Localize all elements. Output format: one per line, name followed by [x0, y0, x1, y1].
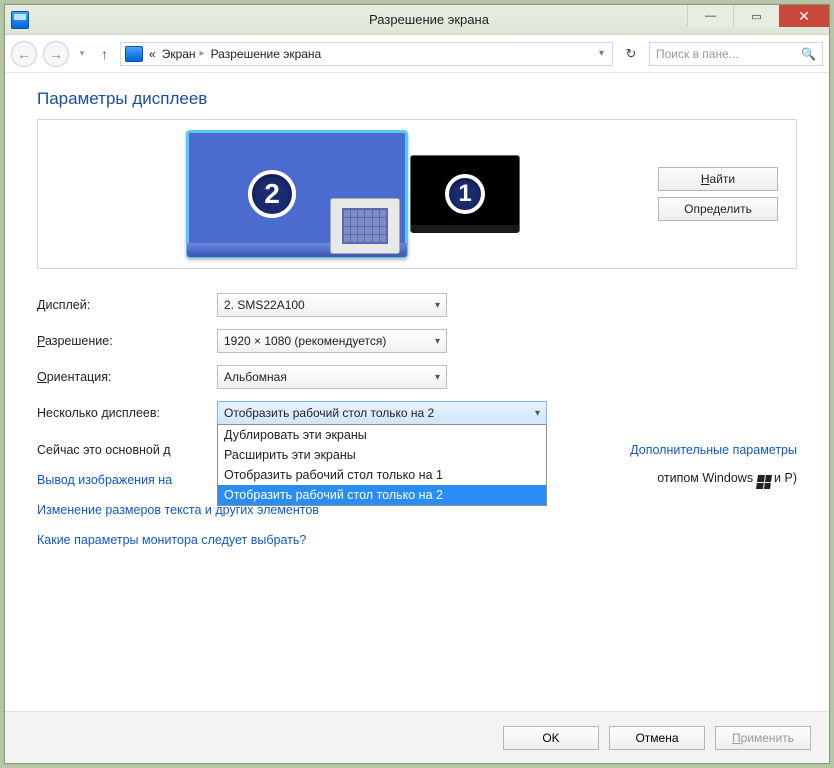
- chevron-down-icon: ▾: [435, 336, 440, 347]
- refresh-button[interactable]: ↻: [619, 42, 643, 66]
- search-input[interactable]: Поиск в пане... 🔍: [649, 42, 823, 66]
- advanced-settings-link[interactable]: Дополнительные параметры: [630, 443, 797, 457]
- chevron-down-icon: ▾: [535, 408, 540, 419]
- ok-button[interactable]: OK: [503, 726, 599, 750]
- monitors-layout[interactable]: 2 1: [56, 130, 650, 258]
- display-select[interactable]: 2. SMS22A100 ▾: [217, 293, 447, 317]
- window-buttons: — ▭ ✕: [687, 5, 829, 27]
- forward-button[interactable]: →: [43, 41, 69, 67]
- nav-toolbar: ← → ▾ ↑ « Экран▸ Разрешение экрана ▾ ↻ П…: [5, 35, 829, 73]
- keyboard-icon: [330, 198, 400, 254]
- up-button[interactable]: ↑: [95, 46, 114, 62]
- preview-side-buttons: Найти Определить: [658, 167, 778, 221]
- resolution-label: Разрешение:: [37, 334, 217, 348]
- dialog-footer: OK Отмена Применить: [5, 711, 829, 763]
- projector-text-after: отипом Windows и P): [657, 471, 797, 490]
- multi-display-option[interactable]: Расширить эти экраны: [218, 445, 546, 465]
- orientation-select[interactable]: Альбомная ▾: [217, 365, 447, 389]
- display-row: Дисплей: 2. SMS22A100 ▾: [37, 287, 797, 323]
- cancel-button[interactable]: Отмена: [609, 726, 705, 750]
- minimize-button[interactable]: —: [687, 5, 733, 27]
- multi-display-option[interactable]: Дублировать эти экраны: [218, 425, 546, 445]
- close-button[interactable]: ✕: [779, 5, 829, 27]
- multi-display-label: Несколько дисплеев:: [37, 406, 217, 420]
- chevron-down-icon: ▾: [435, 300, 440, 311]
- multi-display-option[interactable]: Отобразить рабочий стол только на 2: [218, 485, 546, 505]
- breadcrumb-segment[interactable]: Разрешение экрана: [211, 47, 322, 61]
- apply-button[interactable]: Применить: [715, 726, 811, 750]
- app-icon: [11, 11, 29, 29]
- multi-display-row: Несколько дисплеев: Отобразить рабочий с…: [37, 395, 797, 431]
- orientation-row: Ориентация: Альбомная ▾: [37, 359, 797, 395]
- content-area: Параметры дисплеев 2 1 Найти Определить: [5, 73, 829, 711]
- monitor-1[interactable]: 1: [410, 155, 520, 233]
- back-button[interactable]: ←: [11, 41, 37, 67]
- window: Разрешение экрана — ▭ ✕ ← → ▾ ↑ « Экран▸…: [4, 4, 830, 764]
- resolution-row: Разрешение: 1920 × 1080 (рекомендуется) …: [37, 323, 797, 359]
- which-monitor-row: Какие параметры монитора следует выбрать…: [37, 525, 797, 555]
- page-title: Параметры дисплеев: [37, 89, 797, 109]
- monitor-2[interactable]: 2: [186, 130, 408, 258]
- breadcrumb-segment[interactable]: Экран▸: [162, 47, 205, 61]
- identify-button[interactable]: Определить: [658, 197, 778, 221]
- multi-display-select[interactable]: Отобразить рабочий стол только на 2 ▾ Ду…: [217, 401, 547, 425]
- maximize-button[interactable]: ▭: [733, 5, 779, 27]
- search-icon: 🔍: [801, 47, 816, 61]
- monitor-number-badge: 2: [248, 170, 296, 218]
- find-button[interactable]: Найти: [658, 167, 778, 191]
- chevron-right-icon: ▸: [200, 48, 205, 59]
- display-label: Дисплей:: [37, 298, 217, 312]
- orientation-label: Ориентация:: [37, 370, 217, 384]
- search-placeholder: Поиск в пане...: [656, 47, 739, 61]
- multi-display-option[interactable]: Отобразить рабочий стол только на 1: [218, 465, 546, 485]
- path-prefix: «: [149, 47, 156, 61]
- address-dropdown-icon[interactable]: ▾: [595, 48, 608, 59]
- display-preview: 2 1 Найти Определить: [37, 119, 797, 269]
- history-dropdown-icon[interactable]: ▾: [75, 41, 89, 67]
- projector-link-part[interactable]: Вывод изображения на: [37, 473, 172, 487]
- address-bar[interactable]: « Экран▸ Разрешение экрана ▾: [120, 42, 613, 66]
- which-monitor-link[interactable]: Какие параметры монитора следует выбрать…: [37, 533, 306, 547]
- path-icon: [125, 46, 143, 62]
- multi-display-dropdown: Дублировать эти экраныРасширить эти экра…: [217, 424, 547, 506]
- titlebar[interactable]: Разрешение экрана — ▭ ✕: [5, 5, 829, 35]
- primary-display-text: Сейчас это основной д: [37, 443, 171, 457]
- windows-key-icon: [756, 475, 772, 489]
- monitor-number-badge: 1: [445, 174, 485, 214]
- resolution-select[interactable]: 1920 × 1080 (рекомендуется) ▾: [217, 329, 447, 353]
- chevron-down-icon: ▾: [435, 372, 440, 383]
